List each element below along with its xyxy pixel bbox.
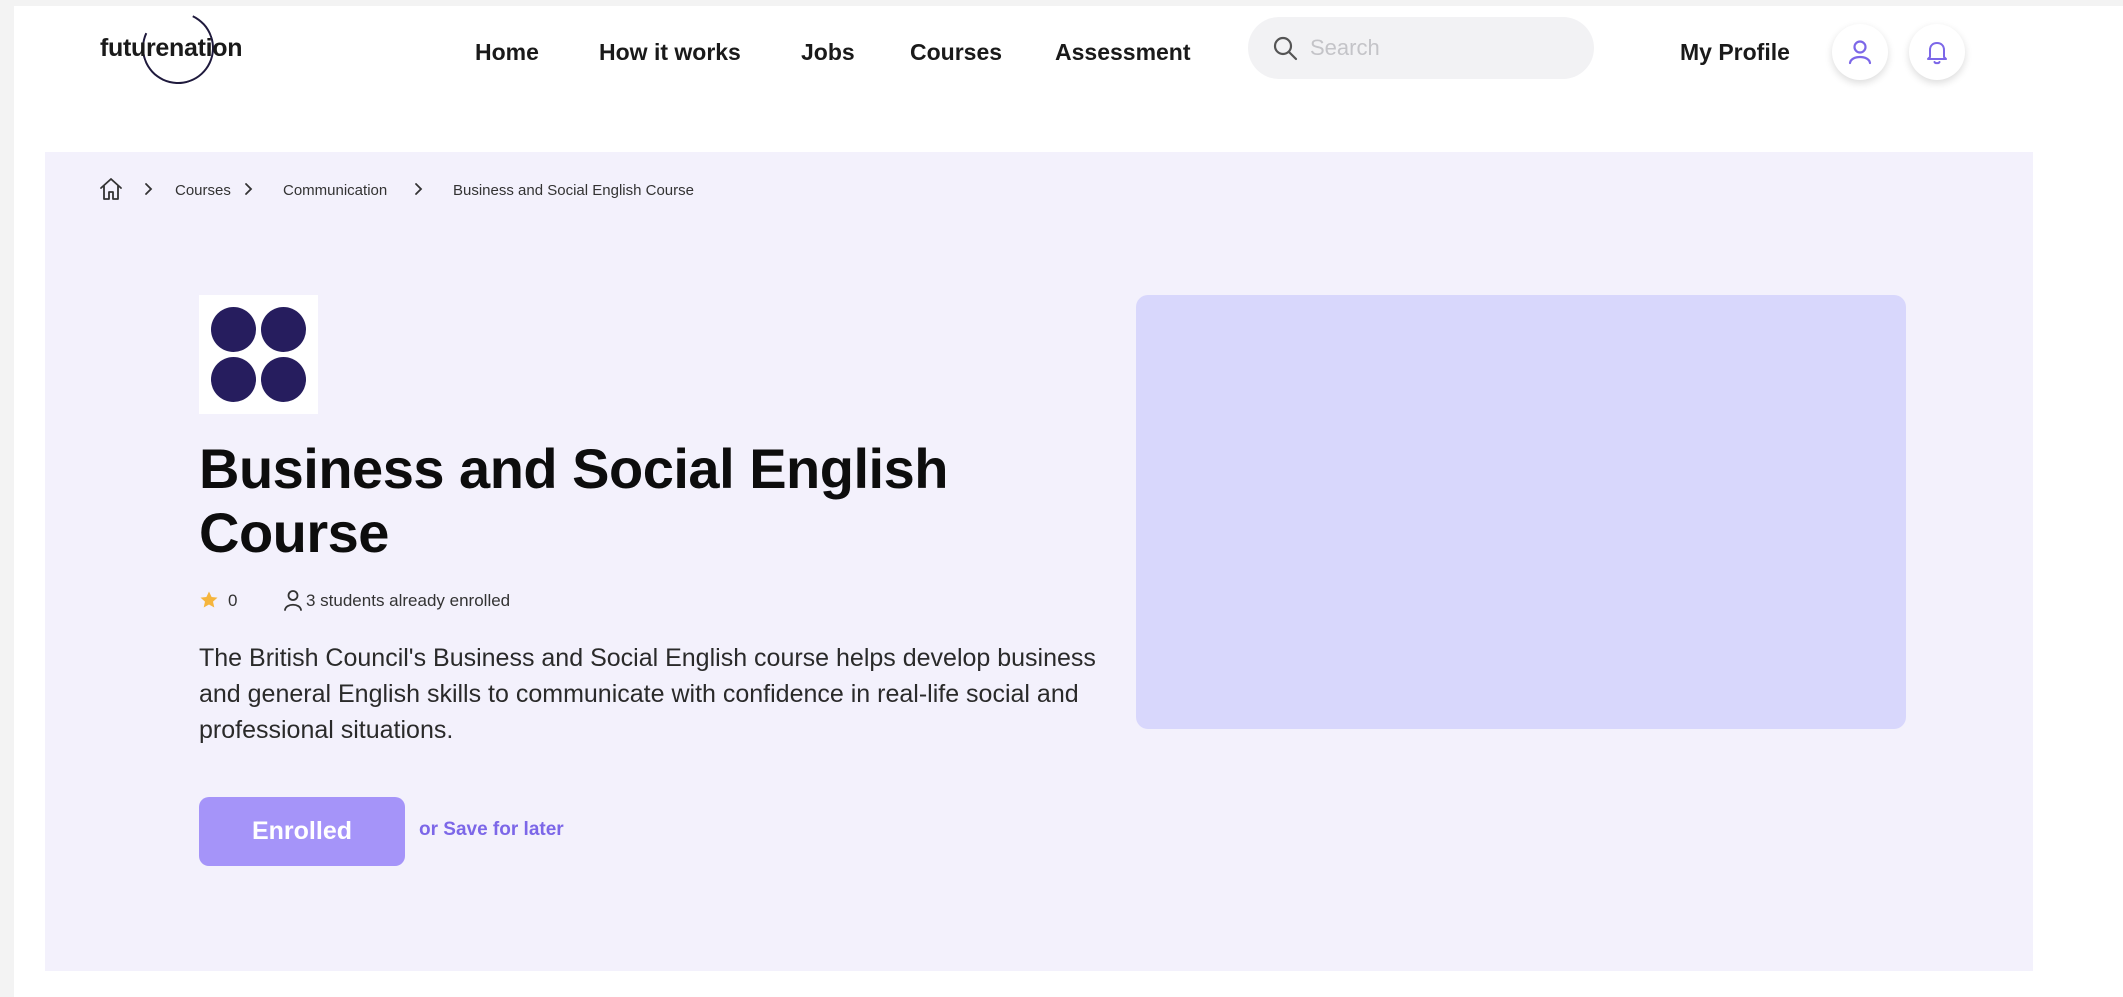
page: futurenation Home How it works Jobs Cour…: [14, 1, 2123, 997]
my-profile-link[interactable]: My Profile: [1680, 39, 1790, 66]
course-provider-logo: [199, 295, 318, 414]
chevron-right-icon: [145, 183, 153, 195]
nav-jobs[interactable]: Jobs: [801, 39, 855, 66]
course-hero: Courses Communication Business and Socia…: [45, 152, 2033, 971]
course-media-placeholder: [1136, 295, 1906, 729]
chevron-right-icon: [415, 183, 423, 195]
logo[interactable]: futurenation: [100, 34, 243, 63]
search-icon: [1273, 36, 1298, 61]
nav-home[interactable]: Home: [475, 39, 539, 66]
search-input[interactable]: [1310, 17, 1580, 79]
nav-how-it-works[interactable]: How it works: [599, 39, 741, 66]
course-title: Business and Social English Course: [199, 437, 948, 564]
save-for-later-link[interactable]: or Save for later: [419, 819, 564, 841]
breadcrumb-courses[interactable]: Courses: [175, 182, 231, 199]
profile-button[interactable]: [1832, 24, 1888, 80]
chevron-right-icon: [245, 183, 253, 195]
star-icon: [200, 591, 218, 608]
rating-value: 0: [228, 591, 238, 610]
breadcrumb-current: Business and Social English Course: [453, 182, 694, 199]
home-icon[interactable]: [98, 176, 124, 202]
enrolled-count: 3 students already enrolled: [306, 591, 511, 610]
breadcrumb-communication[interactable]: Communication: [283, 182, 387, 199]
course-description: The British Council's Business and Socia…: [199, 644, 1096, 744]
user-icon: [1848, 40, 1872, 65]
nav-courses[interactable]: Courses: [910, 39, 1002, 66]
user-icon: [284, 590, 302, 611]
bell-icon: [1927, 42, 1947, 65]
enrolled-button[interactable]: Enrolled: [199, 797, 405, 866]
notifications-button[interactable]: [1909, 24, 1965, 80]
header: futurenation Home How it works Jobs Cour…: [14, 1, 2123, 96]
search-box[interactable]: [1248, 17, 1594, 79]
nav-assessment[interactable]: Assessment: [1055, 39, 1191, 66]
